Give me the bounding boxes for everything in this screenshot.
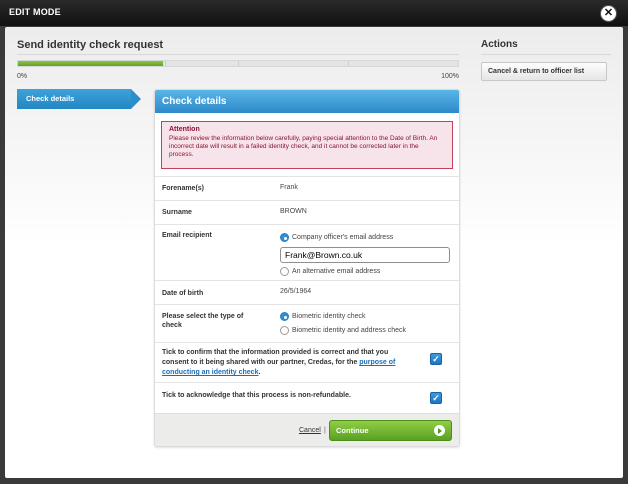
consent-text-end: . xyxy=(258,369,261,377)
forename-value: Frank xyxy=(280,184,298,191)
step-check-details[interactable]: Check details xyxy=(17,89,141,109)
attention-title: Attention xyxy=(169,126,200,133)
check-details-card: Check details Attention Please review th… xyxy=(154,89,460,447)
radio-company-email[interactable]: Company officer's email address xyxy=(280,233,393,242)
email-input[interactable] xyxy=(280,247,450,263)
check-type-label: Please select the type of check xyxy=(162,313,244,330)
footer-separator: | xyxy=(324,427,326,434)
forename-label: Forename(s) xyxy=(162,185,205,192)
consent-text-start: Tick to confirm that the information pro… xyxy=(162,349,389,367)
continue-label: Continue xyxy=(336,426,369,435)
dob-value: 26/5/1964 xyxy=(280,288,312,295)
window-title: EDIT MODE xyxy=(9,7,61,17)
page-title: Send identity check request xyxy=(17,39,164,51)
radio-company-email-label: Company officer's email address xyxy=(292,234,394,241)
card-title: Check details xyxy=(155,90,459,113)
radio-biometric[interactable]: Biometric identity check xyxy=(280,312,366,321)
actions-title: Actions xyxy=(481,39,518,50)
forename-row: Forename(s) Frank xyxy=(155,176,459,200)
radio-biometric-address[interactable]: Biometric identity and address check xyxy=(280,326,406,335)
nonrefundable-row: Tick to acknowledge that this process is… xyxy=(155,382,459,413)
surname-label: Surname xyxy=(162,209,192,216)
surname-row: Surname BROWN xyxy=(155,200,459,224)
radio-selected-icon[interactable] xyxy=(280,233,289,242)
cancel-link[interactable]: Cancel xyxy=(299,427,321,434)
actions-divider xyxy=(481,54,611,55)
nonrefundable-checkbox[interactable]: ✓ xyxy=(430,392,442,404)
radio-alternative-email[interactable]: An alternative email address xyxy=(280,267,380,276)
progress-max-label: 100% xyxy=(441,73,459,80)
nonrefundable-text: Tick to acknowledge that this process is… xyxy=(162,392,351,399)
surname-value: BROWN xyxy=(280,208,307,215)
title-bar: EDIT MODE ✕ xyxy=(0,0,628,26)
close-icon[interactable]: ✕ xyxy=(601,6,616,21)
consent-text: Tick to confirm that the information pro… xyxy=(162,348,412,378)
progress-min-label: 0% xyxy=(17,73,28,80)
progress-fill xyxy=(18,61,164,66)
return-to-officer-list-button[interactable]: Cancel & return to officer list xyxy=(481,62,607,81)
radio-alternative-email-label: An alternative email address xyxy=(292,268,381,275)
radio-unselected-icon[interactable] xyxy=(280,267,289,276)
email-recipient-row: Email recipient Company officer's email … xyxy=(155,224,459,280)
consent-row: Tick to confirm that the information pro… xyxy=(155,342,459,382)
consent-checkbox[interactable]: ✓ xyxy=(430,353,442,365)
dob-row: Date of birth 26/5/1964 xyxy=(155,280,459,304)
progress-tick xyxy=(348,61,349,66)
heading-divider xyxy=(17,54,459,55)
radio-biometric-address-label: Biometric identity and address check xyxy=(292,327,406,334)
progress-tick xyxy=(164,61,166,66)
card-footer: Cancel | Continue xyxy=(155,413,459,446)
attention-text: Please review the information below care… xyxy=(169,134,438,158)
progress-tick xyxy=(238,61,239,66)
radio-biometric-label: Biometric identity check xyxy=(292,313,366,320)
radio-selected-icon[interactable] xyxy=(280,312,289,321)
attention-box: Attention Please review the information … xyxy=(161,121,453,169)
check-type-row: Please select the type of check Biometri… xyxy=(155,304,459,342)
radio-unselected-icon[interactable] xyxy=(280,326,289,335)
continue-button[interactable]: Continue xyxy=(329,420,452,441)
email-recipient-label: Email recipient xyxy=(162,232,212,239)
dob-label: Date of birth xyxy=(162,290,204,297)
main-panel: Send identity check request 0% 100% Chec… xyxy=(5,27,623,478)
arrow-right-icon xyxy=(434,425,445,436)
progress-bar xyxy=(17,60,459,67)
